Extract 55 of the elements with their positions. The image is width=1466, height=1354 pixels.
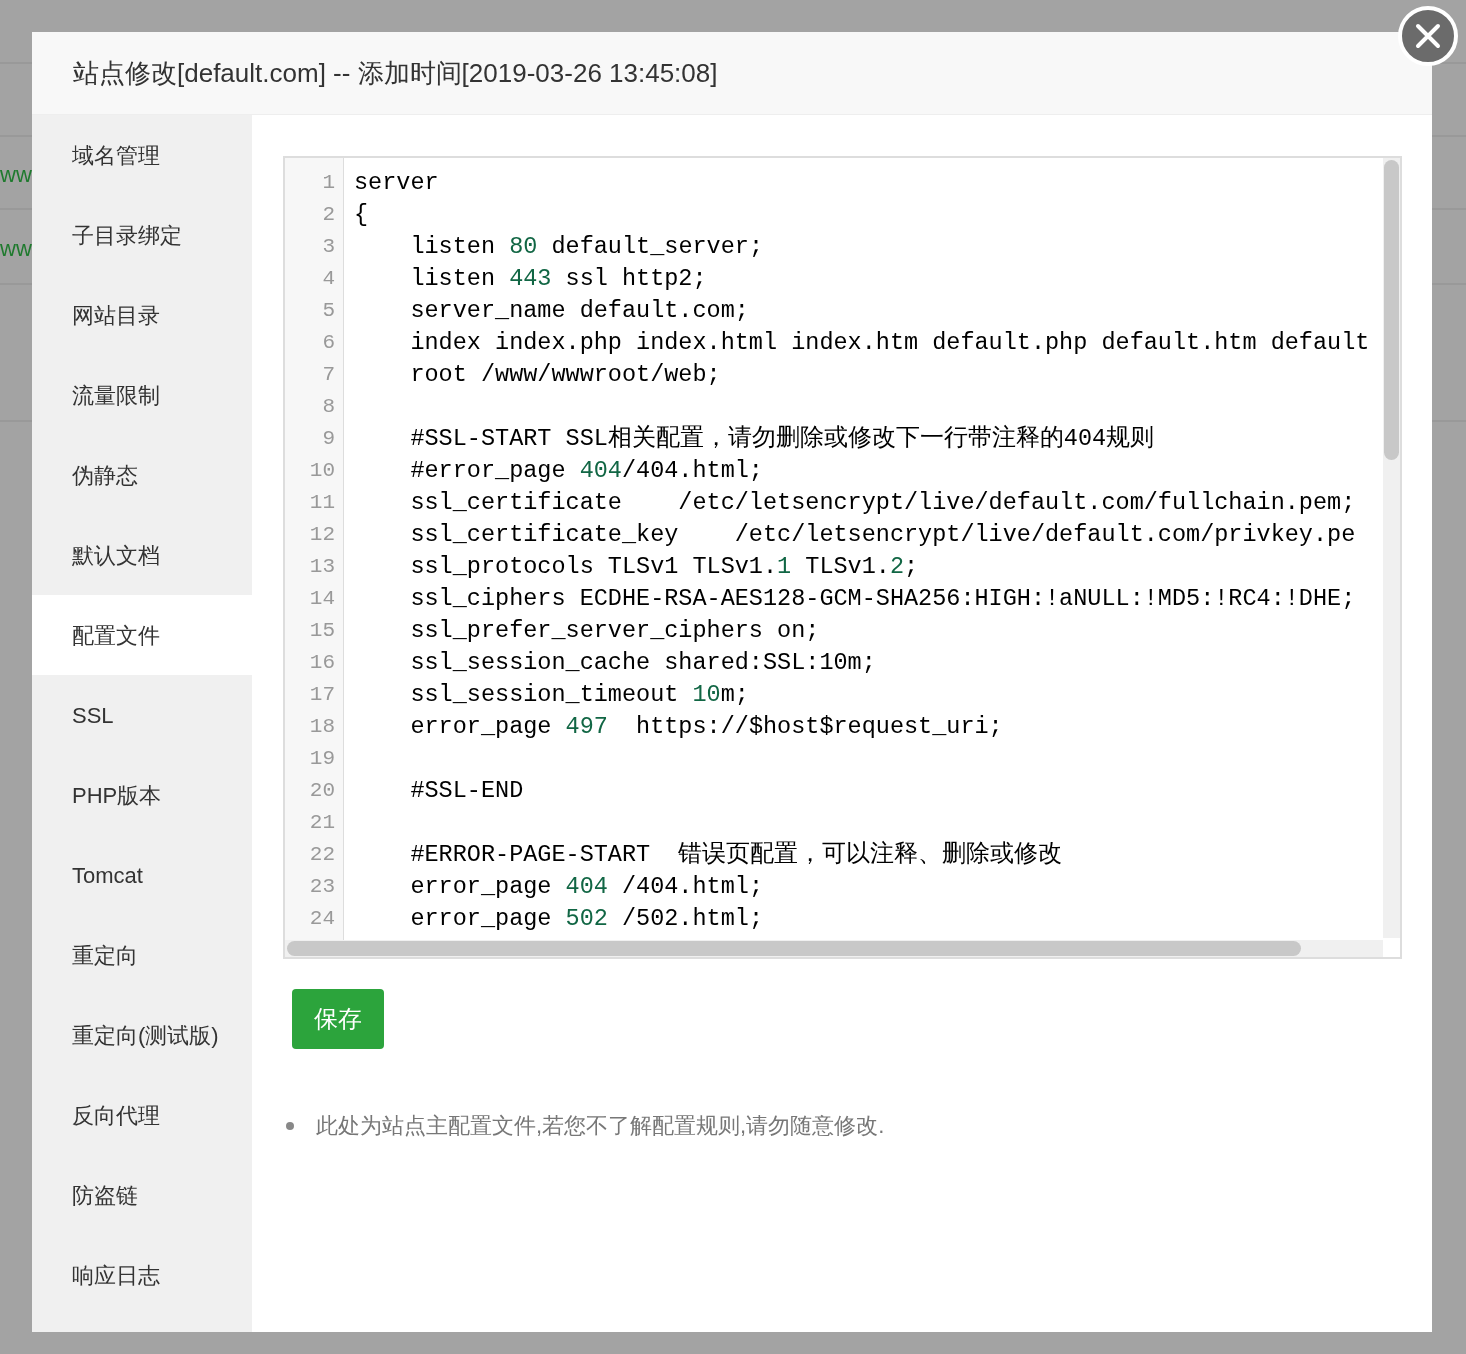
code-line: error_page 502 /502.html; — [409, 904, 763, 935]
line-number: 13 — [309, 554, 335, 581]
line-number: 7 — [322, 362, 335, 389]
code-line: ssl_session_cache shared:SSL:10m; — [409, 648, 876, 679]
scrollbar-thumb[interactable] — [1384, 160, 1399, 460]
code-line: ssl_session_timeout 10m; — [409, 680, 749, 711]
line-number: 20 — [309, 778, 335, 805]
code-line: #SSL-START SSL相关配置，请勿删除或修改下一行带注释的404规则 — [409, 424, 1155, 455]
horizontal-scrollbar[interactable] — [285, 940, 1383, 957]
code-line: root /www/wwwroot/web; — [409, 360, 721, 391]
code-line: listen 443 ssl http2; — [409, 264, 707, 295]
line-number: 18 — [309, 714, 335, 741]
line-number: 8 — [322, 394, 335, 421]
vertical-scrollbar[interactable] — [1383, 158, 1400, 938]
close-button[interactable] — [1398, 6, 1458, 66]
line-number: 2 — [322, 202, 335, 229]
line-number: 17 — [309, 682, 335, 709]
line-number: 12 — [309, 522, 335, 549]
code-line: ssl_prefer_server_ciphers on; — [409, 616, 820, 647]
code-line: server_name default.com; — [409, 296, 749, 327]
dialog-title: 站点修改[default.com] -- 添加时间[2019-03-26 13:45:08] — [73, 56, 718, 90]
line-number: 3 — [322, 234, 335, 261]
line-number: 11 — [309, 490, 335, 517]
code-line: error_page 404 /404.html; — [409, 872, 763, 903]
line-number: 14 — [309, 586, 335, 613]
line-number: 15 — [309, 618, 335, 645]
code-line: index index.php index.html index.htm default.php default.htm default — [409, 328, 1370, 359]
code-line: ssl_certificate_key /etc/letsencrypt/live/default.com/privkey.pe — [409, 520, 1356, 551]
bullet-icon — [286, 1121, 294, 1130]
line-number: 21 — [309, 810, 335, 837]
code-line: ssl_protocols TLSv1 TLSv1.1 TLSv1.2; — [409, 552, 919, 583]
close-icon — [1415, 23, 1441, 49]
line-number: 19 — [309, 746, 335, 773]
code-line: #ERROR-PAGE-START 错误页配置，可以注释、删除或修改 — [409, 840, 1063, 871]
code-line: ssl_ciphers ECDHE-RSA-AES128-GCM-SHA256:HIGH:!aNULL:!MD5:!RC4:!DHE; — [409, 584, 1356, 615]
code-line: ssl_certificate /etc/letsencrypt/live/default.com/fullchain.pem; — [409, 488, 1356, 519]
line-number: 10 — [309, 458, 335, 485]
line-number: 16 — [309, 650, 335, 677]
line-number: 4 — [322, 266, 335, 293]
code-line: #SSL-END — [409, 776, 524, 807]
line-number: 22 — [309, 842, 335, 869]
line-number: 5 — [322, 298, 335, 325]
line-number: 6 — [322, 330, 335, 357]
code-line: { — [354, 200, 369, 231]
line-number: 23 — [309, 874, 335, 901]
scrollbar-thumb[interactable] — [287, 941, 1301, 956]
line-number: 9 — [322, 426, 335, 453]
code-line: server — [354, 168, 439, 199]
note-text: 此处为站点主配置文件,若您不了解配置规则,请勿随意修改. — [316, 1112, 885, 1140]
code-line: error_page 497 https://$host$request_uri; — [409, 712, 1003, 743]
line-number: 24 — [309, 906, 335, 933]
line-number: 1 — [322, 170, 335, 197]
code-line: listen 80 default_server; — [409, 232, 763, 263]
sidebar-item[interactable]: 配置文件 — [32, 595, 252, 675]
code-line: #error_page 404/404.html; — [409, 456, 763, 487]
